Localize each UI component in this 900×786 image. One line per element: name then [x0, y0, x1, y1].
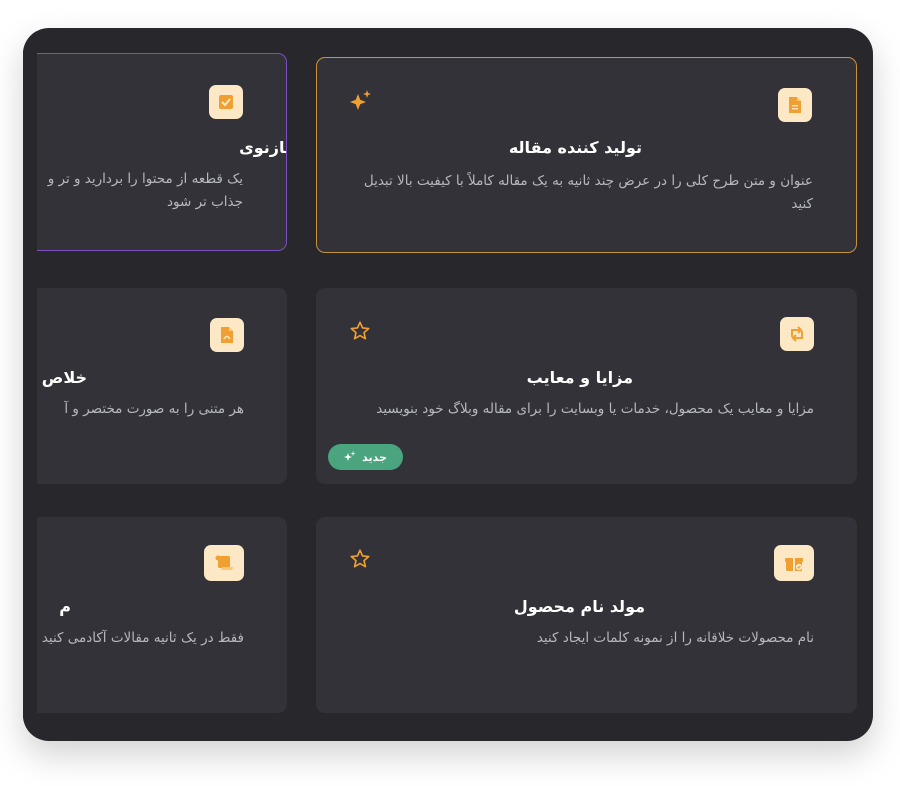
card-description: مزایا و معایب یک محصول، خدمات یا وبسایت … — [376, 401, 814, 417]
checklist-icon — [209, 85, 243, 119]
gift-box-icon — [774, 545, 814, 581]
card-title: تولید کننده مقاله — [508, 138, 642, 157]
scroll-icon — [204, 545, 244, 581]
card-title: بازنوی — [239, 138, 287, 157]
star-outline-icon[interactable] — [347, 318, 373, 344]
sparkles-icon — [344, 451, 356, 461]
tool-card-rewriter[interactable]: بازنوی یک قطعه از محتوا را بردارید و تر … — [23, 53, 287, 251]
tool-card-article-generator[interactable]: تولید کننده مقاله عنوان و متن طرح کلی را… — [316, 57, 857, 253]
card-description: یک قطعه از محتوا را بردارید و تر و جذاب … — [47, 171, 243, 210]
card-title: مولد نام محصول — [513, 597, 645, 616]
card-description: هر متنی را به صورت مختصر و آ — [64, 401, 244, 417]
new-badge-label: جدید — [362, 450, 387, 464]
card-description: فقط در یک ثانیه مقالات آکادمی کنید — [41, 630, 244, 646]
card-description: نام محصولات خلاقانه را از نمونه کلمات ای… — [536, 630, 814, 646]
star-outline-icon[interactable] — [347, 546, 373, 572]
tool-card-summarizer[interactable]: خلاص هر متنی را به صورت مختصر و آ — [23, 288, 287, 484]
tool-card-pros-cons[interactable]: مزایا و معایب مزایا و معایب یک محصول، خد… — [316, 288, 857, 484]
card-title: م — [59, 597, 71, 616]
new-badge: جدید — [328, 444, 403, 470]
tool-card-product-name-generator[interactable]: مولد نام محصول نام محصولات خلاقانه را از… — [316, 517, 857, 713]
document-icon — [778, 88, 812, 122]
card-title: خلاص — [41, 368, 87, 387]
card-description: عنوان و متن طرح کلی را در عرض چند ثانیه … — [363, 173, 813, 212]
panel-left-edge — [23, 28, 37, 741]
pdf-file-icon — [210, 318, 244, 352]
sparkle-icon[interactable] — [348, 87, 374, 113]
card-title: مزایا و معایب — [526, 368, 633, 387]
tools-panel: تولید کننده مقاله عنوان و متن طرح کلی را… — [23, 28, 873, 741]
swap-arrows-icon — [780, 317, 814, 351]
tool-card-academic[interactable]: م فقط در یک ثانیه مقالات آکادمی کنید — [23, 517, 287, 713]
